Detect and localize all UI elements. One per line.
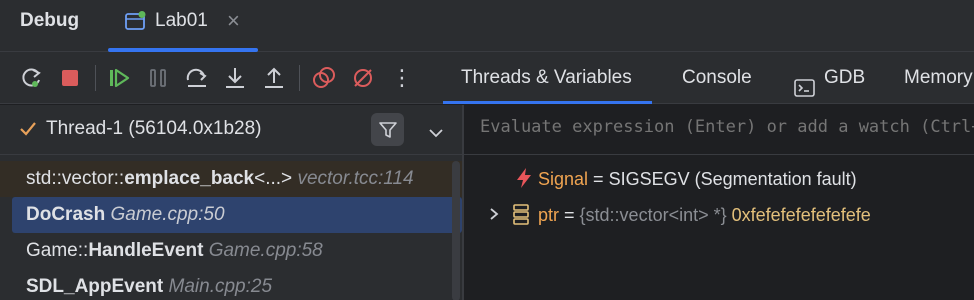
tab-memory[interactable]: Memory	[904, 52, 973, 104]
frame-location: vector.tcc:114	[297, 168, 414, 189]
variable-row-signal[interactable]: Signal = SIGSEGV (Segmentation fault)	[514, 161, 857, 197]
step-over-icon[interactable]	[184, 65, 210, 91]
frames-panel: Thread-1 (56104.0x1b28) std::vector::emp…	[0, 105, 462, 300]
scrollbar[interactable]	[452, 161, 460, 300]
frame-location: Game.cpp:58	[208, 240, 323, 261]
variable-name: Signal	[538, 169, 589, 189]
session-tab-label: Lab01	[155, 10, 208, 31]
variable-type: {std::vector<int> *}	[579, 205, 727, 225]
tab-console[interactable]: Console	[682, 52, 752, 104]
variable-value: 0xfefefefefefefefe	[731, 205, 871, 225]
chevron-right-icon[interactable]	[488, 197, 500, 233]
tab-gdb[interactable]: GDB	[794, 52, 865, 104]
frame-function: DoCrash	[26, 204, 106, 225]
filter-icon[interactable]	[371, 113, 404, 146]
evaluate-expression-input[interactable]	[480, 117, 974, 137]
tab-label: Console	[682, 67, 752, 88]
tab-label: Memory	[904, 67, 973, 88]
more-icon[interactable]: ⋮	[389, 65, 415, 91]
variable-name: ptr	[538, 205, 560, 225]
session-tab-lab01[interactable]: Lab01 ×	[108, 0, 258, 52]
resume-icon[interactable]	[106, 65, 132, 91]
toolbar-separator	[95, 65, 96, 91]
tab-label: Threads & Variables	[461, 67, 632, 88]
frame-function: emplace_back	[124, 168, 255, 189]
variable-value: SIGSEGV (Segmentation fault)	[608, 169, 857, 189]
tab-threads-variables[interactable]: Threads & Variables	[443, 52, 652, 104]
variable-stack-icon	[512, 201, 530, 237]
view-breakpoints-icon[interactable]	[311, 65, 337, 91]
equals-sign: =	[559, 205, 580, 225]
list-item-selected[interactable]: DoCrash Game.cpp:50	[12, 197, 462, 233]
debug-tool-window-header: Debug Lab01 ×	[0, 0, 974, 52]
evaluate-bar	[464, 105, 974, 155]
chevron-down-icon[interactable]	[428, 123, 444, 144]
rerun-icon[interactable]	[19, 65, 45, 91]
stop-icon[interactable]	[57, 65, 83, 91]
frame-function: HandleEvent	[88, 240, 204, 261]
toolbar-separator	[299, 65, 300, 91]
frame-location: Game.cpp:50	[110, 204, 225, 225]
variable-row-ptr[interactable]: ptr = {std::vector<int> *} 0xfefefefefef…	[488, 197, 871, 233]
equals-sign: =	[588, 169, 609, 189]
variables-panel: Signal = SIGSEGV (Segmentation fault) pt…	[464, 105, 974, 300]
frame-class: Game::	[26, 240, 89, 261]
frame-location: Main.cpp:25	[168, 276, 273, 297]
frames-list: std::vector::emplace_back<...> vector.tc…	[0, 161, 462, 300]
debug-session-icon	[125, 11, 147, 31]
list-item[interactable]: std::vector::emplace_back<...> vector.tc…	[0, 161, 462, 197]
thread-selector[interactable]: Thread-1 (56104.0x1b28)	[0, 105, 462, 155]
pause-icon[interactable]	[145, 65, 171, 91]
lightning-icon	[514, 165, 534, 201]
list-item[interactable]: SDL_AppEvent Main.cpp:25	[0, 269, 462, 300]
frame-template-args: <...>	[254, 168, 293, 189]
mute-breakpoints-icon[interactable]	[350, 65, 376, 91]
tool-window-title: Debug	[20, 10, 80, 31]
close-icon[interactable]: ×	[227, 8, 240, 34]
frame-function: SDL_AppEvent	[26, 276, 164, 297]
frame-class: std::vector::	[26, 168, 125, 189]
step-into-icon[interactable]	[222, 65, 248, 91]
check-icon	[18, 119, 38, 144]
step-out-icon[interactable]	[261, 65, 287, 91]
debug-toolbar: ⋮ Threads & Variables Console GDB Memory	[0, 52, 974, 104]
thread-label: Thread-1 (56104.0x1b28)	[46, 118, 262, 139]
list-item[interactable]: Game::HandleEvent Game.cpp:58	[0, 233, 462, 269]
active-tab-indicator	[443, 101, 652, 104]
